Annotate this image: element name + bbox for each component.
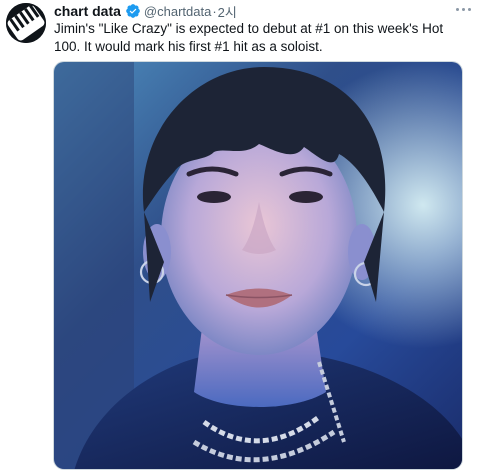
verified-icon [125, 3, 141, 19]
avatar[interactable] [6, 3, 46, 43]
more-options-icon[interactable] [454, 2, 472, 16]
tweet[interactable]: chart data @chartdata · 2시 Jimin's "Like… [0, 0, 480, 474]
tweet-header: chart data @chartdata · 2시 [54, 2, 237, 20]
tweet-photo[interactable] [53, 61, 463, 470]
chart-data-logo [6, 3, 46, 43]
separator-dot: · [212, 3, 217, 19]
user-handle[interactable]: @chartdata [144, 4, 211, 19]
portrait-photo [54, 62, 462, 469]
display-name[interactable]: chart data [54, 3, 121, 19]
tweet-text: Jimin's "Like Crazy" is expected to debu… [54, 21, 444, 54]
timestamp[interactable]: 2시 [218, 2, 237, 21]
